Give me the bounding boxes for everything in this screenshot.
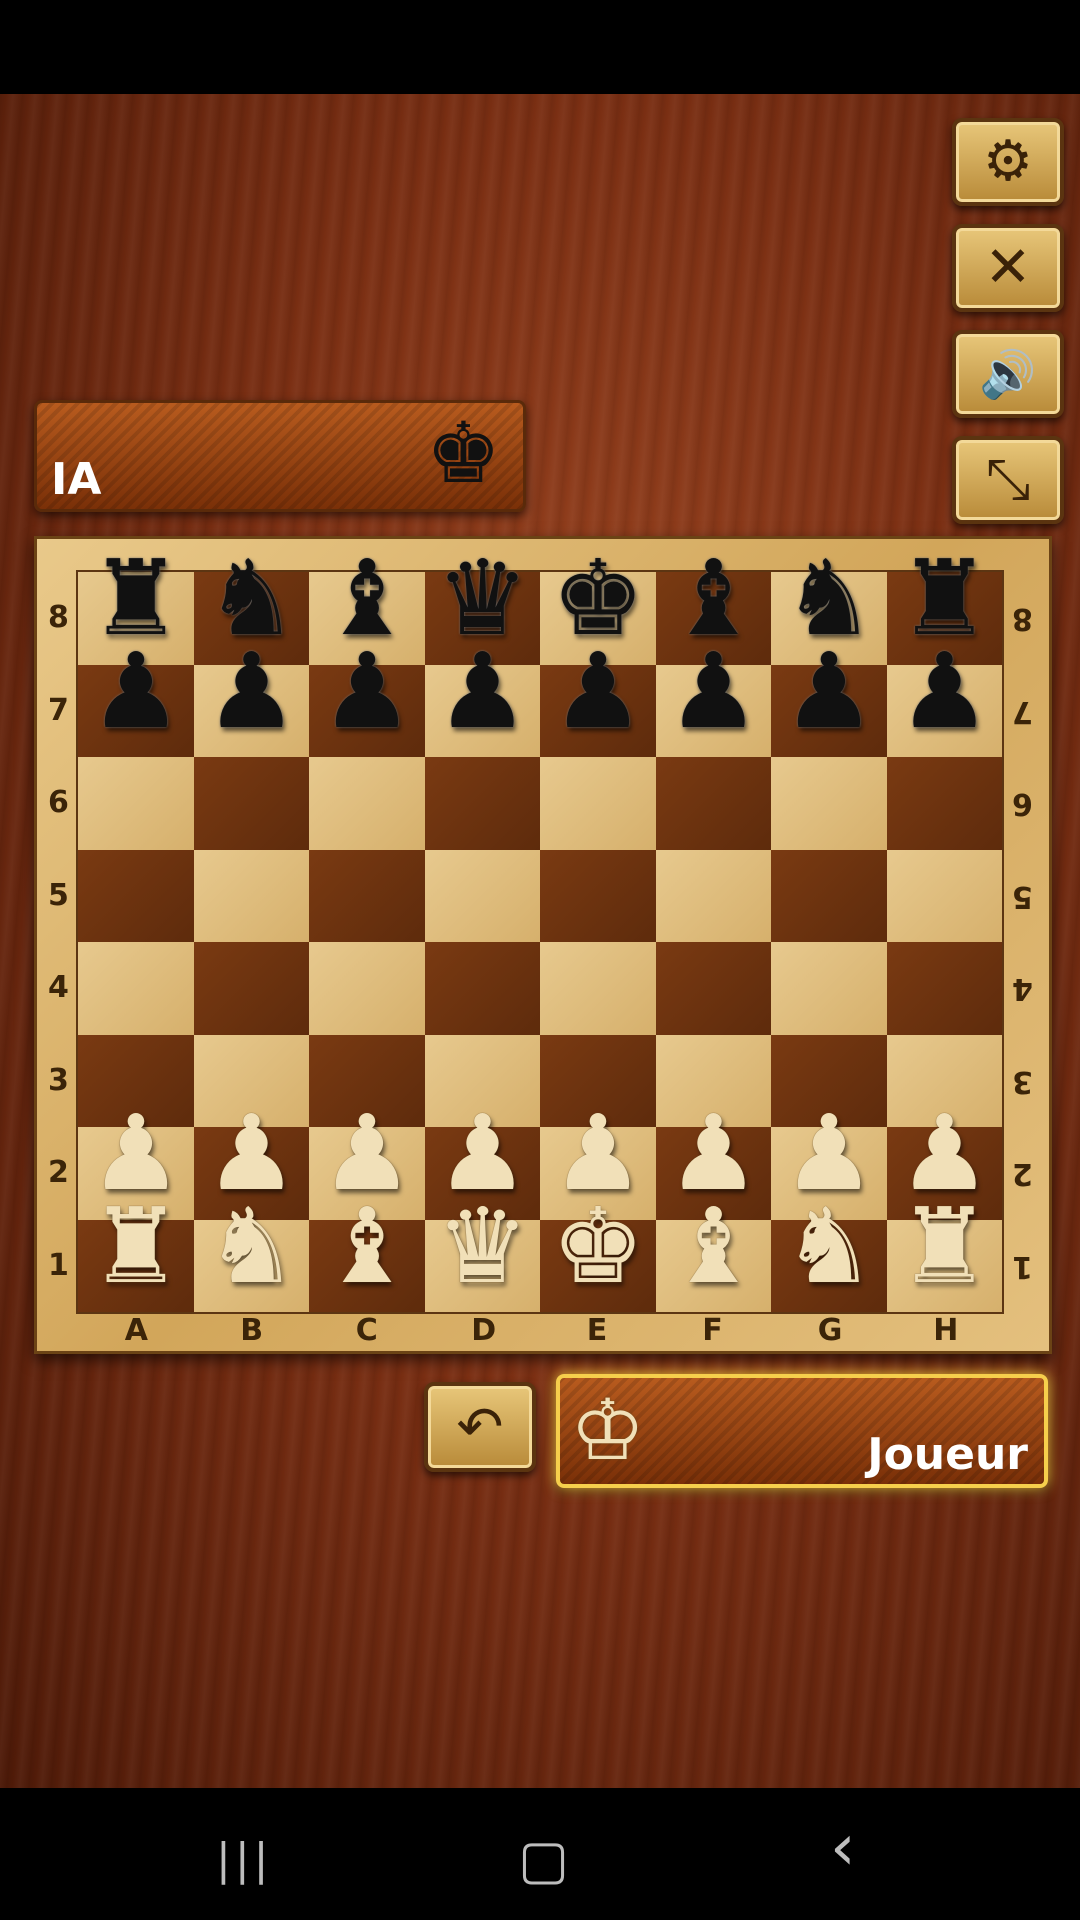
square-b4[interactable] — [193, 942, 309, 1035]
white-piece-h1[interactable]: ♜ — [887, 1194, 1003, 1298]
rank-label-right: 5 — [1012, 878, 1033, 914]
black-piece-h7[interactable]: ♟ — [887, 639, 1003, 743]
back-button[interactable]: ‹ — [830, 1816, 856, 1880]
undo-arrow-icon: ↶ — [456, 1394, 504, 1460]
black-piece-b7[interactable]: ♟ — [194, 639, 310, 743]
square-b6[interactable] — [193, 757, 309, 850]
rank-label-left: 4 — [48, 970, 69, 1006]
rank-label-left: 3 — [48, 1062, 69, 1098]
file-label: E — [586, 1313, 608, 1348]
close-button[interactable]: ✕ — [952, 224, 1064, 312]
black-piece-a7[interactable]: ♟ — [78, 639, 194, 743]
rank-label-right: 4 — [1012, 971, 1033, 1007]
square-g5[interactable] — [771, 849, 887, 942]
black-piece-f7[interactable]: ♟ — [656, 639, 772, 743]
rank-label-right: 8 — [1012, 601, 1033, 637]
square-h4[interactable] — [886, 942, 1002, 1035]
human-player-name: Joueur — [867, 1429, 1028, 1480]
file-label: A — [124, 1313, 148, 1348]
black-piece-g7[interactable]: ♟ — [771, 639, 887, 743]
white-piece-b1[interactable]: ♞ — [194, 1194, 310, 1298]
white-piece-a1[interactable]: ♜ — [78, 1194, 194, 1298]
white-piece-g1[interactable]: ♞ — [771, 1194, 887, 1298]
white-piece-e1[interactable]: ♚ — [540, 1194, 656, 1298]
home-button[interactable]: ▢ — [518, 1833, 569, 1887]
rank-label-left: 1 — [48, 1247, 69, 1283]
square-f4[interactable] — [655, 942, 771, 1035]
gear-icon: ⚙ — [982, 129, 1034, 194]
square-h5[interactable] — [886, 849, 1002, 942]
rank-label-left: 5 — [48, 877, 69, 913]
square-f5[interactable] — [655, 849, 771, 942]
square-a4[interactable] — [78, 942, 194, 1035]
file-label: C — [355, 1313, 378, 1348]
black-piece-e7[interactable]: ♟ — [540, 639, 656, 743]
square-g4[interactable] — [771, 942, 887, 1035]
black-piece-d7[interactable]: ♟ — [425, 639, 541, 743]
white-king-icon: ♔ — [570, 1381, 646, 1479]
file-label: B — [240, 1313, 264, 1348]
status-bar — [0, 0, 1080, 94]
square-f6[interactable] — [655, 757, 771, 850]
rank-label-left: 2 — [48, 1155, 69, 1191]
speaker-icon: 🔊 — [979, 347, 1037, 401]
square-b5[interactable] — [193, 849, 309, 942]
close-icon: ✕ — [984, 235, 1032, 300]
square-h6[interactable] — [886, 757, 1002, 850]
rank-label-right: 3 — [1012, 1063, 1033, 1099]
ai-player-plate: IA ♚ — [34, 400, 526, 512]
rank-label-right: 1 — [1012, 1248, 1033, 1284]
file-label: G — [817, 1313, 843, 1348]
fullscreen-button[interactable]: ⤡ — [952, 436, 1064, 524]
human-player-plate: ♔ Joueur — [556, 1374, 1048, 1488]
square-d4[interactable] — [424, 942, 540, 1035]
file-label: F — [702, 1313, 723, 1348]
square-c5[interactable] — [309, 849, 425, 942]
square-d6[interactable] — [424, 757, 540, 850]
ai-player-name: IA — [51, 454, 102, 505]
rank-label-left: 8 — [48, 600, 69, 636]
square-e4[interactable] — [540, 942, 656, 1035]
rank-label-left: 6 — [48, 785, 69, 821]
settings-button[interactable]: ⚙ — [952, 118, 1064, 206]
file-label: H — [933, 1313, 959, 1348]
rank-label-right: 7 — [1012, 693, 1033, 729]
square-c4[interactable] — [309, 942, 425, 1035]
white-piece-d1[interactable]: ♛ — [425, 1194, 541, 1298]
rank-label-left: 7 — [48, 692, 69, 728]
white-piece-f1[interactable]: ♝ — [656, 1194, 772, 1298]
rank-label-right: 6 — [1012, 786, 1033, 822]
square-e6[interactable] — [540, 757, 656, 850]
rank-label-right: 2 — [1012, 1156, 1033, 1192]
square-d5[interactable] — [424, 849, 540, 942]
recent-apps-button[interactable]: ||| — [216, 1838, 272, 1882]
square-a6[interactable] — [78, 757, 194, 850]
sound-button[interactable]: 🔊 — [952, 330, 1064, 418]
square-a5[interactable] — [78, 849, 194, 942]
black-king-icon: ♚ — [425, 404, 501, 502]
file-label: D — [471, 1313, 497, 1348]
square-e5[interactable] — [540, 849, 656, 942]
square-g6[interactable] — [771, 757, 887, 850]
white-piece-c1[interactable]: ♝ — [309, 1194, 425, 1298]
collapse-icon: ⤡ — [985, 447, 1031, 512]
black-piece-c7[interactable]: ♟ — [309, 639, 425, 743]
undo-button[interactable]: ↶ — [424, 1382, 536, 1472]
square-c6[interactable] — [309, 757, 425, 850]
